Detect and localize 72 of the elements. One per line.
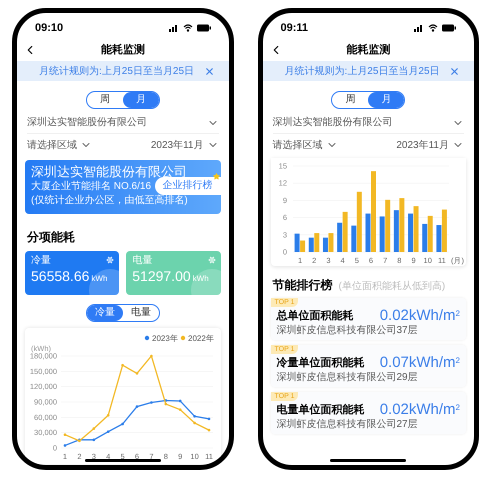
snowflake-icon: [106, 256, 114, 264]
status-time: 09:11: [280, 20, 308, 36]
segment-tab[interactable]: 冷量: [86, 305, 123, 321]
area-select[interactable]: 请选择区域: [272, 138, 338, 152]
data-point: [150, 354, 153, 358]
data-point: [208, 418, 210, 420]
status-time: 09:10: [35, 20, 64, 36]
wifi-icon: [182, 24, 192, 32]
data-point: [150, 401, 153, 404]
ranking-value: 0.07kWh/m$^{2}$: [380, 354, 460, 371]
battery-icon: [442, 24, 456, 32]
ranking-metric: 冷量单位面积能耗: [276, 356, 364, 370]
area-select[interactable]: 请选择区域: [27, 138, 92, 152]
ranking-metric: 总单位面积能耗: [276, 308, 354, 322]
star-icon: [212, 173, 220, 180]
ranking-company: 深圳虾皮信息科技有限公司29层: [276, 371, 419, 384]
ranking-company: 深圳虾皮信息科技有限公司27层: [276, 418, 419, 431]
section-title: 节能排行榜: [272, 277, 332, 294]
banner-company: 深圳达实智能股份有限公司: [31, 164, 187, 180]
data-point: [136, 405, 138, 408]
tile-label: 冷量: [31, 255, 51, 267]
month-select[interactable]: 2023年11月: [150, 138, 218, 152]
data-point: [178, 408, 182, 411]
section-subtitle: (单位面积能耗从低到高): [338, 280, 446, 294]
signal-icon: [414, 24, 424, 32]
data-point: [64, 433, 66, 436]
data-point: [64, 444, 66, 447]
data-point: [193, 422, 196, 424]
page-title: 能耗监测: [100, 42, 145, 58]
ranking-value: 0.02kWh/m$^{2}$: [380, 401, 460, 418]
tile-value: 56558.66: [31, 267, 90, 285]
ranking-metric: 电量单位面积能耗: [276, 402, 364, 416]
banner-rank: 大厦企业节能排名 NO.6/16: [31, 180, 152, 194]
segment-tab[interactable]: 周: [86, 92, 123, 108]
tile-label: 电量: [132, 255, 152, 267]
company-select[interactable]: 深圳达实智能股份有限公司: [272, 112, 464, 134]
close-icon[interactable]: [449, 66, 460, 76]
data-point: [208, 428, 210, 432]
data-point: [106, 430, 110, 433]
ranking-company: 深圳虾皮信息科技有限公司37层: [276, 324, 419, 337]
data-point: [106, 414, 110, 417]
segment-tab[interactable]: 月: [122, 92, 159, 108]
page-title: 能耗监测: [346, 42, 390, 58]
ranking-value: 0.02kWh/m$^{2}$: [380, 307, 460, 324]
section-title: 分项能耗: [27, 229, 76, 246]
segment-tab[interactable]: 电量: [122, 305, 159, 321]
notice-text: 月统计规则为:上月25日至当月25日: [39, 64, 194, 78]
data-point: [121, 364, 124, 366]
tile-value: 51297.00: [132, 267, 191, 285]
wifi-icon: [428, 24, 438, 32]
ranking-button[interactable]: 企业排行榜: [154, 177, 220, 195]
tile-unit: kWh: [192, 273, 209, 285]
legend-label: 2022年: [188, 334, 214, 343]
data-point: [193, 415, 196, 418]
data-point: [178, 400, 182, 402]
segment-tab[interactable]: 周: [332, 92, 368, 108]
data-point: [78, 440, 81, 442]
month-select[interactable]: 2023年11月: [396, 138, 464, 152]
segment-tab[interactable]: 月: [368, 92, 404, 108]
data-point: [92, 427, 96, 430]
tile-unit: kWh: [91, 273, 108, 285]
data-point: [136, 372, 138, 375]
data-point: [121, 422, 124, 426]
data-point: [92, 438, 96, 442]
notice-text: 月统计规则为:上月25日至当月25日: [284, 64, 440, 78]
legend-label: 2023年: [152, 334, 178, 343]
signal-icon: [168, 24, 178, 32]
battery-icon: [196, 24, 210, 32]
snowflake-icon: [208, 256, 216, 264]
company-select[interactable]: 深圳达实智能股份有限公司: [27, 112, 218, 134]
banner-note: (仅统计企业办公区，由低至高排名): [31, 194, 188, 207]
close-icon[interactable]: [204, 66, 214, 76]
